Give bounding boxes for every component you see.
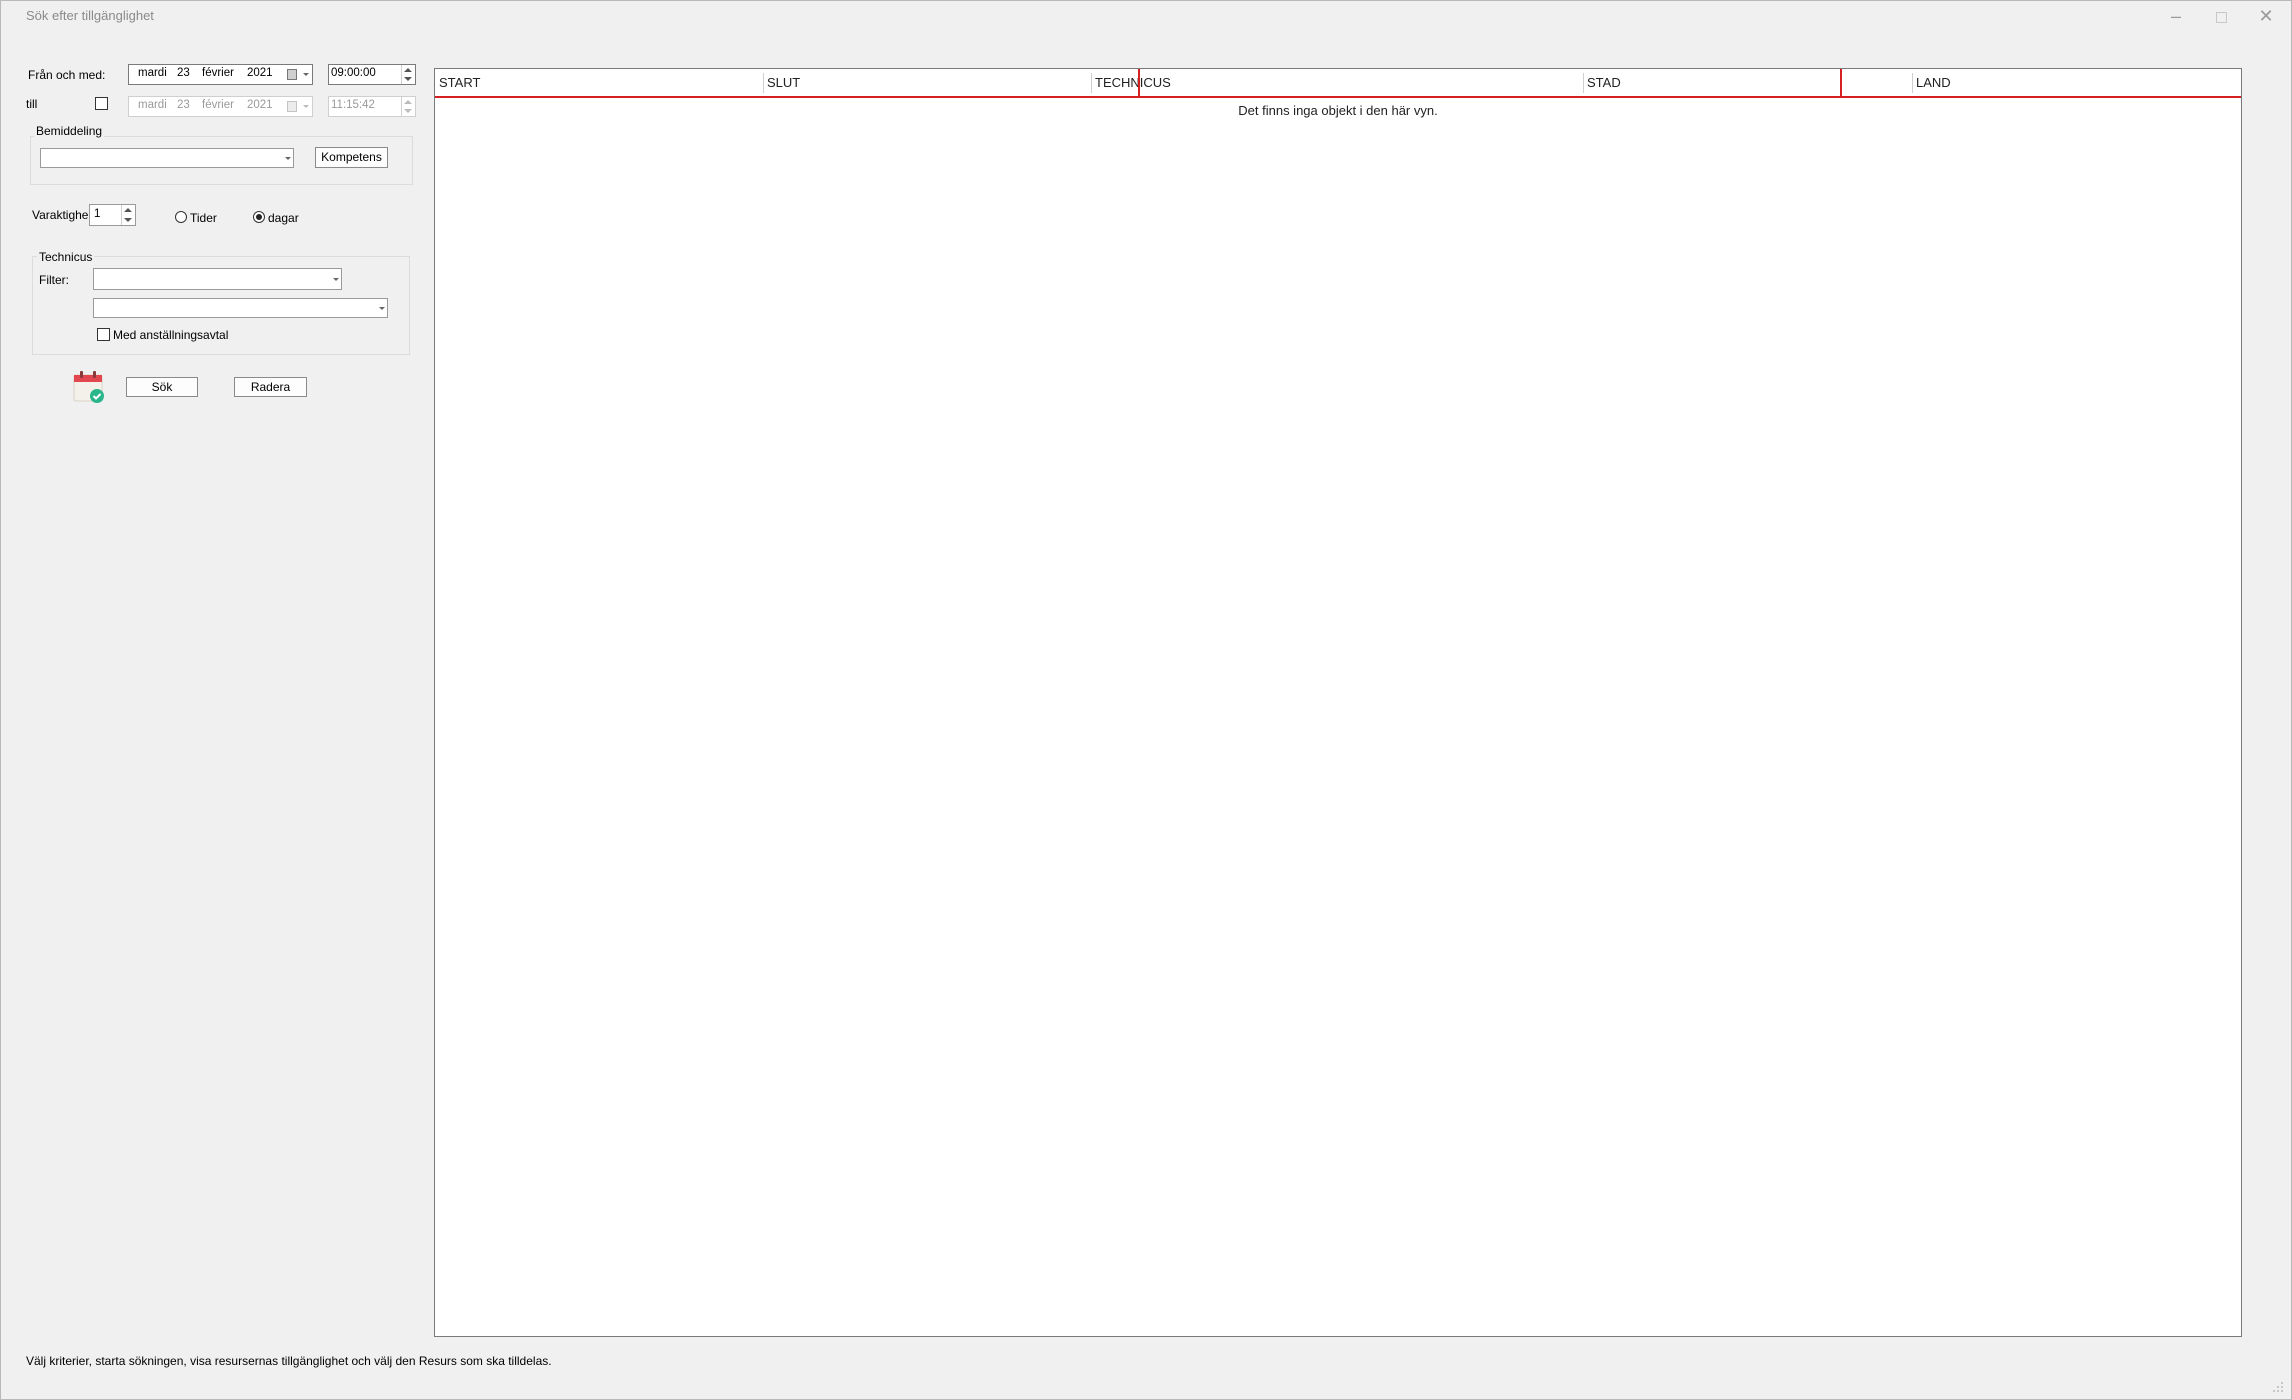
spin-down-icon[interactable] <box>404 109 412 113</box>
to-label: till <box>26 97 38 111</box>
to-month: février <box>202 99 234 111</box>
results-grid[interactable]: START SLUT TECHNICUS STAD LAND Det finns… <box>434 68 2242 1337</box>
minimize-button[interactable]: – <box>2158 4 2194 28</box>
calendar-check-icon[interactable] <box>72 370 106 404</box>
mediation-group-label: Bemiddeling <box>34 124 105 138</box>
chevron-down-icon[interactable] <box>379 307 385 310</box>
column-drag-indicator[interactable] <box>1138 69 1140 96</box>
duration-label: Varaktighe <box>32 208 89 222</box>
column-header-technicus[interactable]: TECHNICUS <box>1091 69 1583 96</box>
empty-message: Det finns inga objekt i den här vyn. <box>1238 103 1438 118</box>
to-time-value: 11:15:42 <box>331 99 375 111</box>
maximize-icon <box>2215 11 2227 23</box>
minimize-icon: – <box>2170 6 2181 26</box>
spin-up-icon[interactable] <box>404 68 412 72</box>
radio-days-label: dagar <box>268 211 299 225</box>
column-header-end[interactable]: SLUT <box>763 69 1091 96</box>
header-underline <box>435 96 2241 98</box>
employment-checkbox[interactable] <box>97 328 110 341</box>
to-time-spinner[interactable] <box>401 97 415 116</box>
clear-button[interactable]: Radera <box>234 377 307 397</box>
calendar-icon[interactable] <box>287 69 297 80</box>
to-time-field[interactable]: 11:15:42 <box>328 96 416 117</box>
duration-input[interactable]: 1 <box>89 204 136 226</box>
employment-checkbox-label: Med anställningsavtal <box>113 328 229 342</box>
filter-label: Filter: <box>39 273 69 287</box>
resize-grip-icon[interactable] <box>2272 1380 2284 1392</box>
to-year: 2021 <box>247 99 273 111</box>
mediation-select[interactable] <box>40 148 294 168</box>
radio-days[interactable] <box>253 211 265 223</box>
column-header-country[interactable]: LAND <box>1912 69 2242 96</box>
duration-value: 1 <box>94 208 101 220</box>
to-day: 23 <box>177 99 190 111</box>
column-header-blank[interactable] <box>1840 69 1913 96</box>
close-icon: ✕ <box>2258 6 2274 26</box>
radio-selected-dot <box>256 214 262 220</box>
from-time-value: 09:00:00 <box>331 67 376 79</box>
radio-times-label: Tider <box>190 211 217 225</box>
chevron-down-icon[interactable] <box>333 278 339 281</box>
duration-spinner[interactable] <box>121 205 135 225</box>
chevron-down-icon[interactable] <box>285 157 291 160</box>
from-month: février <box>202 67 234 79</box>
spin-up-icon[interactable] <box>124 208 132 212</box>
search-button[interactable]: Sök <box>126 377 198 397</box>
from-year: 2021 <box>247 67 273 79</box>
close-button[interactable]: ✕ <box>2248 4 2284 28</box>
to-date-picker[interactable]: mardi 23 février 2021 <box>128 96 313 117</box>
from-time-field[interactable]: 09:00:00 <box>328 64 416 85</box>
column-drag-indicator[interactable] <box>1840 69 1842 96</box>
chevron-down-icon[interactable] <box>303 105 309 108</box>
maximize-button[interactable] <box>2203 4 2239 28</box>
column-header-start[interactable]: START <box>435 69 763 96</box>
from-weekday: mardi <box>138 67 167 79</box>
from-date-picker[interactable]: mardi 23 février 2021 <box>128 64 313 85</box>
from-day: 23 <box>177 67 190 79</box>
kompetens-button[interactable]: Kompetens <box>315 147 388 168</box>
to-checkbox[interactable] <box>95 97 108 110</box>
spin-down-icon[interactable] <box>404 77 412 81</box>
technicus-group-label: Technicus <box>37 250 95 264</box>
filter-select[interactable] <box>93 268 342 290</box>
chevron-down-icon[interactable] <box>303 73 309 76</box>
to-weekday: mardi <box>138 99 167 111</box>
spin-down-icon[interactable] <box>124 218 132 222</box>
calendar-icon[interactable] <box>287 101 297 112</box>
technicus-select[interactable] <box>93 298 388 318</box>
spin-up-icon[interactable] <box>404 100 412 104</box>
window-title: Sök efter tillgänglighet <box>26 8 154 23</box>
from-time-spinner[interactable] <box>401 65 415 84</box>
from-label: Från och med: <box>28 68 106 82</box>
radio-times[interactable] <box>175 211 187 223</box>
status-text: Välj kriterier, starta sökningen, visa r… <box>26 1354 552 1368</box>
